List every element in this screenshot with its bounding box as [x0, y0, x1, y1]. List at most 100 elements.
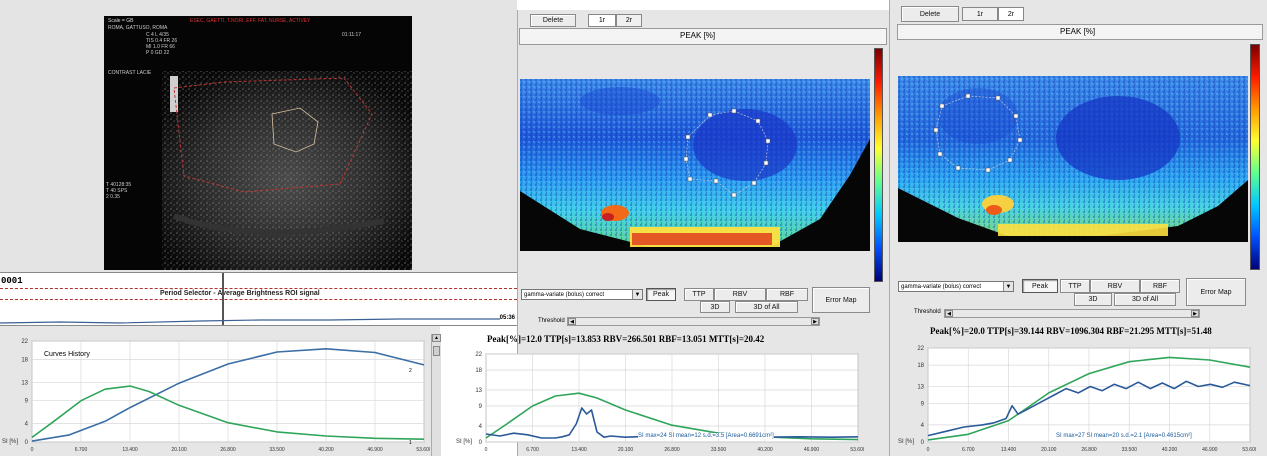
y-tick-label: 4	[479, 424, 483, 430]
x-tick-label: 53.600	[850, 447, 864, 453]
map2-fit-select-value: gamma-variate (bolus) correct	[901, 283, 982, 290]
map2-error-map-button[interactable]: Error Map	[1186, 278, 1246, 306]
y-axis-label: SI [%]	[898, 439, 914, 445]
map2-rbf-button[interactable]: RBF	[1140, 279, 1180, 293]
x-tick-label: 53.600	[1242, 447, 1256, 453]
curves-end-label-green: 1	[409, 440, 412, 446]
y-tick-label: 9	[25, 399, 29, 405]
map1-3d-all-button[interactable]: 3D of All	[735, 301, 798, 313]
map1-heatmap-svg	[520, 79, 870, 247]
x-tick-label: 46.900	[1202, 447, 1218, 453]
contrast-label: CONTRAST LACIE	[108, 70, 152, 76]
y-axis-label: SI [%]	[2, 439, 18, 445]
x-tick-label: 20.100	[618, 447, 634, 453]
x-tick-label: 26.800	[1081, 447, 1097, 453]
map2-rbv-button[interactable]: RBV	[1090, 279, 1140, 293]
ultrasound-clock: 01:11:17	[342, 32, 362, 38]
threshold-right-arrow-icon[interactable]: ▶	[811, 318, 819, 325]
y-tick-label: 22	[917, 346, 924, 352]
map1-tab-2r[interactable]: 2r	[616, 14, 642, 27]
map1-delete-button[interactable]: Delete	[530, 14, 576, 27]
map1-curve-chart: 0 6.700 13.400 20.100 26.800 33.500 40.200 46.9…	[456, 352, 864, 453]
map2-ttp-button[interactable]: TTP	[1060, 279, 1090, 293]
x-tick-label: 6.700	[962, 447, 975, 453]
y-tick-label: 0	[921, 440, 925, 446]
y-tick-label: 18	[475, 368, 482, 374]
curves-end-label-blue: 2	[409, 368, 412, 374]
map2-threshold-slider[interactable]: ◀ ▶	[944, 309, 1200, 318]
map1-threshold-label: Threshold	[538, 318, 565, 324]
x-tick-label: 40.200	[1162, 447, 1178, 453]
threshold-right-arrow-icon[interactable]: ▶	[1191, 310, 1199, 317]
y-tick-label: 4	[921, 423, 925, 429]
ultrasound-header-red: ESEC, GAETTI, T.NORI, EFF, FAT, NURSE, A…	[190, 18, 311, 24]
period-selector[interactable]: 0001 Period Selector - Average Brightnes…	[0, 272, 517, 326]
map1-tab-1r[interactable]: 1r	[588, 14, 616, 27]
x-tick-label: 26.800	[664, 447, 680, 453]
map2-threshold-label: Threshold	[914, 309, 941, 315]
map2-fit-select[interactable]: gamma-variate (bolus) correct ▼	[898, 281, 1014, 292]
chevron-down-icon[interactable]: ▼	[632, 290, 642, 299]
map2-3d-button[interactable]: 3D	[1074, 293, 1112, 306]
threshold-left-arrow-icon[interactable]: ◀	[568, 318, 576, 325]
map2-heatmap-svg	[898, 76, 1248, 236]
map2-heatmap[interactable]	[898, 76, 1248, 242]
x-tick-label: 6.700	[526, 447, 539, 453]
map1-rbf-button[interactable]: RBF	[766, 288, 808, 301]
y-tick-label: 13	[475, 388, 482, 394]
x-tick-label: 33.500	[711, 447, 727, 453]
map2-tab-1r[interactable]: 1r	[962, 7, 998, 21]
x-tick-label: 13.400	[122, 447, 138, 453]
map1-ttp-button[interactable]: TTP	[684, 288, 714, 301]
map1-annotation: SI max=24 SI mean=12 s.d.=3.5 [Area=0.66…	[638, 433, 774, 439]
ultrasound-param-4: P 0 GD 22	[146, 50, 170, 56]
y-tick-label: 13	[917, 384, 924, 390]
map1-3d-button[interactable]: 3D	[700, 301, 730, 313]
map2-3d-all-button[interactable]: 3D of All	[1114, 293, 1176, 306]
map1-title: PEAK [%]	[680, 31, 716, 40]
map1-fit-select[interactable]: gamma-variate (bolus) correct ▼	[521, 289, 643, 300]
map1-peak-button[interactable]: Peak	[646, 288, 676, 301]
map1-fit-select-value: gamma-variate (bolus) correct	[524, 291, 605, 298]
y-tick-label: 0	[25, 440, 29, 446]
y-tick-label: 22	[21, 339, 28, 345]
x-tick-label: 33.500	[1122, 447, 1138, 453]
x-tick-label: 13.400	[571, 447, 587, 453]
threshold-left-arrow-icon[interactable]: ◀	[945, 310, 953, 317]
x-tick-label: 40.200	[318, 447, 334, 453]
map1-threshold-slider[interactable]: ◀ ▶	[567, 317, 820, 326]
map2-annotation: SI max=27 SI mean=20 s.d.=2.1 [Area=0.46…	[1056, 433, 1192, 439]
y-tick-label: 0	[479, 440, 483, 446]
period-time: 05:36	[499, 315, 515, 321]
curves-history-scrollbar[interactable]: ▲	[431, 334, 441, 456]
map1-error-map-button[interactable]: Error Map	[812, 287, 870, 313]
x-tick-label: 13.400	[1001, 447, 1017, 453]
ultrasound-bottom-3: 2 0.35	[106, 194, 120, 200]
map2-stats: Peak[%]=20.0 TTP[s]=39.144 RBV=1096.304 …	[930, 326, 1212, 336]
x-tick-label: 0	[927, 447, 930, 453]
x-tick-label: 0	[31, 447, 34, 453]
chevron-down-icon[interactable]: ▼	[1003, 282, 1013, 291]
x-tick-label: 20.100	[171, 447, 187, 453]
ultrasound-header: Scale = GB	[108, 18, 134, 24]
scroll-thumb[interactable]	[433, 346, 440, 356]
x-tick-label: 53.600	[416, 447, 430, 453]
x-tick-label: 40.200	[757, 447, 773, 453]
map1-colorbar	[874, 48, 883, 282]
x-tick-label: 46.900	[804, 447, 820, 453]
map2-title: PEAK [%]	[1060, 27, 1096, 36]
map2-peak-button[interactable]: Peak	[1022, 279, 1058, 293]
map1-rbv-button[interactable]: RBV	[714, 288, 766, 301]
curves-history-title: Curves History	[44, 351, 90, 358]
y-tick-label: 18	[21, 357, 28, 363]
x-tick-label: 6.700	[75, 447, 88, 453]
x-tick-label: 33.500	[269, 447, 285, 453]
map2-colorbar	[1250, 44, 1260, 270]
x-tick-label: 46.900	[367, 447, 383, 453]
ultrasound-patient-line: ROMA, GATTUSO, ROMA	[108, 25, 168, 31]
map2-delete-button[interactable]: Delete	[901, 6, 959, 22]
map1-heatmap[interactable]	[520, 79, 870, 251]
ultrasound-image[interactable]: Scale = GB ESEC, GAETTI, T.NORI, EFF, FA…	[104, 16, 412, 270]
map2-tab-2r[interactable]: 2r	[998, 7, 1024, 21]
scroll-up-icon[interactable]: ▲	[432, 334, 441, 342]
